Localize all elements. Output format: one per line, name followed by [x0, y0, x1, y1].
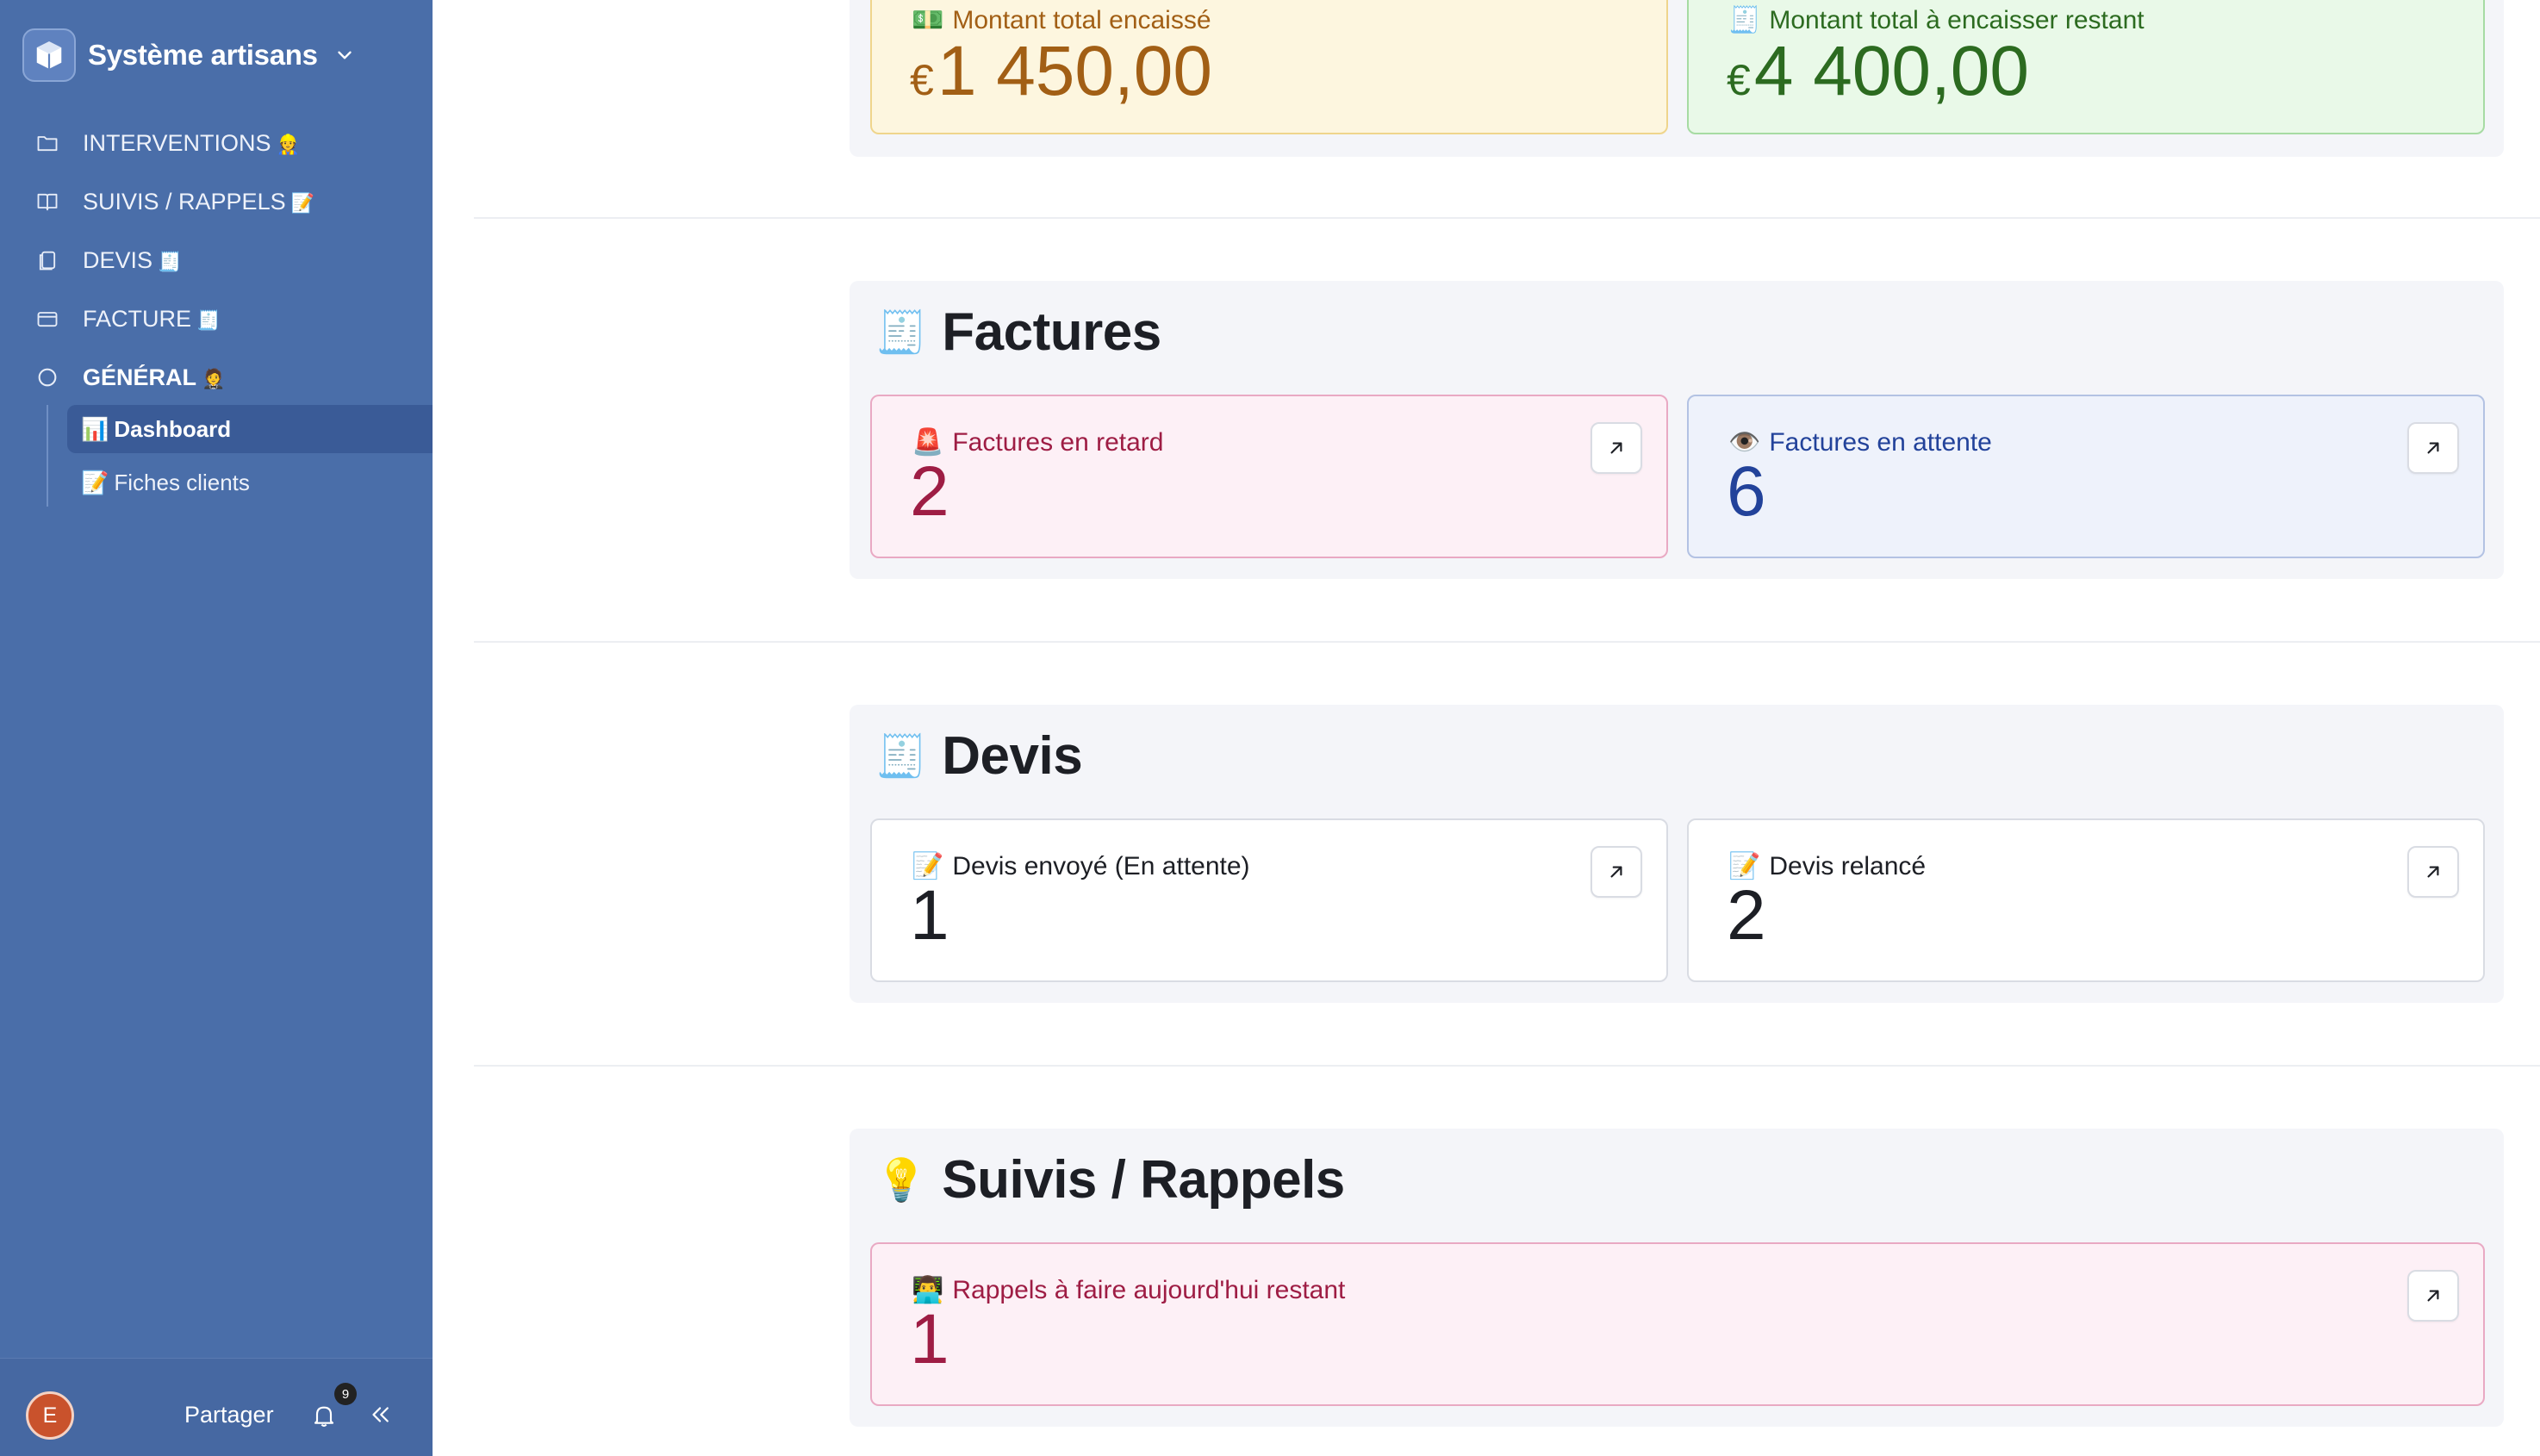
- open-link-button[interactable]: [1591, 846, 1642, 898]
- nav-emoji: 🧾: [196, 308, 221, 331]
- card-label: 📝 Devis envoyé (En attente): [912, 851, 1250, 881]
- factures-panel: 🧾 Factures 🚨 Factures en retard 2 👁️ Fac…: [850, 281, 2504, 579]
- circle-icon: [34, 364, 60, 390]
- nav-label: FACTURE: [83, 305, 192, 332]
- nav-item-general[interactable]: GÉNÉRAL 🤵: [0, 348, 433, 407]
- collected-total-card: 💵 Montant total encaissé €1 450,00: [870, 0, 1668, 134]
- open-link-button[interactable]: [2407, 422, 2459, 474]
- card-value: 1: [910, 1300, 949, 1378]
- card-value: 2: [910, 452, 949, 531]
- memo-emoji-icon: 📝: [81, 469, 109, 495]
- section-divider: [474, 641, 2540, 643]
- nav-label: DEVIS: [83, 246, 153, 273]
- workspace-switcher[interactable]: Système artisans: [22, 28, 356, 83]
- receipt-emoji-icon: 🧾: [1728, 6, 1761, 34]
- lightbulb-icon: 💡: [875, 1158, 927, 1204]
- pending-invoices-card: 👁️ Factures en attente 6: [1687, 395, 2485, 558]
- bell-icon[interactable]: [310, 1402, 338, 1429]
- late-invoices-card: 🚨 Factures en retard 2: [870, 395, 1668, 558]
- nav-emoji: 🤵: [202, 367, 226, 389]
- card-value: €4 400,00: [1727, 32, 2030, 110]
- nav-label: SUIVIS / RAPPELS: [83, 188, 286, 215]
- card-value: €1 450,00: [910, 32, 1213, 110]
- card-icon: [34, 306, 60, 332]
- section-title: 🧾 Factures: [875, 302, 1161, 362]
- section-divider: [474, 217, 2540, 219]
- chart-emoji-icon: 📊: [81, 415, 109, 442]
- card-value: 1: [910, 876, 949, 955]
- devis-panel: 🧾 Devis 📝 Devis envoyé (En attente) 1 📝 …: [850, 705, 2504, 1003]
- receipt-icon: 🧾: [875, 310, 927, 356]
- receipt-icon: 🧾: [875, 734, 927, 780]
- remaining-total-card: 🧾 Montant total à encaisser restant €4 4…: [1687, 0, 2485, 134]
- notification-badge: 9: [334, 1383, 357, 1405]
- subnav-label: Dashboard: [114, 415, 232, 442]
- nav-label: INTERVENTIONS: [83, 129, 271, 156]
- nav-item-facture[interactable]: FACTURE 🧾: [0, 289, 433, 348]
- workspace-logo-icon: [22, 28, 76, 82]
- subnav-item-dashboard[interactable]: 📊 Dashboard: [67, 405, 446, 453]
- nav-item-suivis-rappels[interactable]: SUIVIS / RAPPELS 📝: [0, 172, 433, 231]
- card-label: 👨‍💻 Rappels à faire aujourd'hui restant: [912, 1275, 1346, 1305]
- today-reminders-card: 👨‍💻 Rappels à faire aujourd'hui restant …: [870, 1242, 2485, 1406]
- card-label: 🧾 Montant total à encaisser restant: [1728, 5, 2145, 35]
- sidebar-footer: E Partager 9: [0, 1358, 433, 1456]
- chevron-down-icon: [338, 51, 352, 59]
- reminded-quotes-card: 📝 Devis relancé 2: [1687, 818, 2485, 982]
- open-link-button[interactable]: [1591, 422, 1642, 474]
- copy-icon: [34, 247, 60, 273]
- share-button[interactable]: Partager: [184, 1402, 274, 1428]
- card-label: 👁️ Factures en attente: [1728, 427, 1992, 457]
- sent-quotes-card: 📝 Devis envoyé (En attente) 1: [870, 818, 1668, 982]
- money-emoji-icon: 💵: [912, 6, 944, 34]
- card-label: 🚨 Factures en retard: [912, 427, 1164, 457]
- subnav-item-fiches-clients[interactable]: 📝 Fiches clients: [67, 458, 446, 507]
- suivis-panel: 💡 Suivis / Rappels 👨‍💻 Rappels à faire a…: [850, 1129, 2504, 1427]
- arrow-up-right-icon: [1610, 442, 1622, 454]
- section-divider: [474, 1065, 2540, 1067]
- nav-item-interventions[interactable]: INTERVENTIONS 👷: [0, 114, 433, 172]
- subnav-divider: [47, 405, 48, 507]
- arrow-up-right-icon: [2427, 1290, 2439, 1302]
- user-avatar[interactable]: E: [26, 1391, 74, 1440]
- card-value: 6: [1727, 452, 1766, 531]
- arrow-up-right-icon: [2427, 866, 2439, 878]
- card-value: 2: [1727, 876, 1766, 955]
- main-content: 💵 Montant total encaissé €1 450,00 🧾 Mon…: [433, 0, 2540, 1456]
- nav-emoji: 📝: [290, 191, 314, 214]
- arrow-up-right-icon: [2427, 442, 2439, 454]
- sidebar: Système artisans INTERVENTIONS 👷 SUIVIS /…: [0, 0, 446, 1456]
- section-title: 🧾 Devis: [875, 726, 1083, 786]
- arrow-up-right-icon: [1610, 866, 1622, 878]
- nav-label: GÉNÉRAL: [83, 364, 197, 390]
- book-icon: [34, 189, 60, 215]
- open-link-button[interactable]: [2407, 1270, 2459, 1322]
- workspace-name: Système artisans: [88, 39, 318, 71]
- sidebar-nav: INTERVENTIONS 👷 SUIVIS / RAPPELS 📝 DEVIS 🧾 …: [0, 114, 433, 407]
- nav-emoji: 🧾: [158, 250, 182, 272]
- collapse-sidebar-icon[interactable]: [367, 1402, 393, 1428]
- nav-item-devis[interactable]: DEVIS 🧾: [0, 231, 433, 289]
- subnav-label: Fiches clients: [114, 469, 250, 495]
- folder-icon: [34, 130, 60, 156]
- totals-panel: 💵 Montant total encaissé €1 450,00 🧾 Mon…: [850, 0, 2504, 157]
- card-label: 💵 Montant total encaissé: [912, 5, 1211, 35]
- open-link-button[interactable]: [2407, 846, 2459, 898]
- nav-emoji: 👷: [276, 133, 300, 155]
- section-title: 💡 Suivis / Rappels: [875, 1150, 1345, 1210]
